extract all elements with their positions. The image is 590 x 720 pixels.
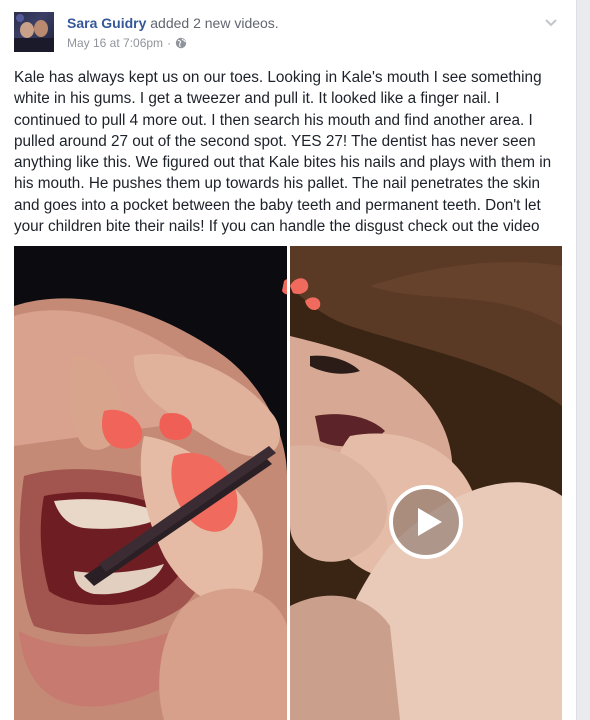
page-background-strip: [577, 0, 590, 720]
post-body-text: Kale has always kept us on our toes. Loo…: [14, 69, 552, 236]
globe-icon[interactable]: [175, 37, 187, 49]
video-1-image: [14, 246, 287, 720]
author-name-link[interactable]: Sara Guidry: [67, 15, 146, 31]
post-action-text: added 2 new videos.: [150, 15, 279, 31]
post-timestamp-link[interactable]: May 16 at 7:06pm: [67, 36, 163, 50]
post-header: Sara Guidry added 2 new videos. May 16 a…: [14, 12, 562, 56]
video-2-image: [290, 246, 562, 720]
avatar[interactable]: [14, 12, 54, 52]
chevron-down-icon[interactable]: [544, 18, 558, 28]
post-card: Sara Guidry added 2 new videos. May 16 a…: [0, 0, 577, 720]
author-line: Sara Guidry added 2 new videos.: [67, 15, 279, 31]
media-grid: [14, 246, 562, 720]
video-thumbnail-1[interactable]: [14, 246, 287, 720]
post-meta: May 16 at 7:06pm ·: [67, 36, 187, 50]
meta-separator: ·: [167, 36, 172, 50]
play-icon[interactable]: [388, 484, 464, 560]
video-thumbnail-2[interactable]: [290, 246, 562, 720]
